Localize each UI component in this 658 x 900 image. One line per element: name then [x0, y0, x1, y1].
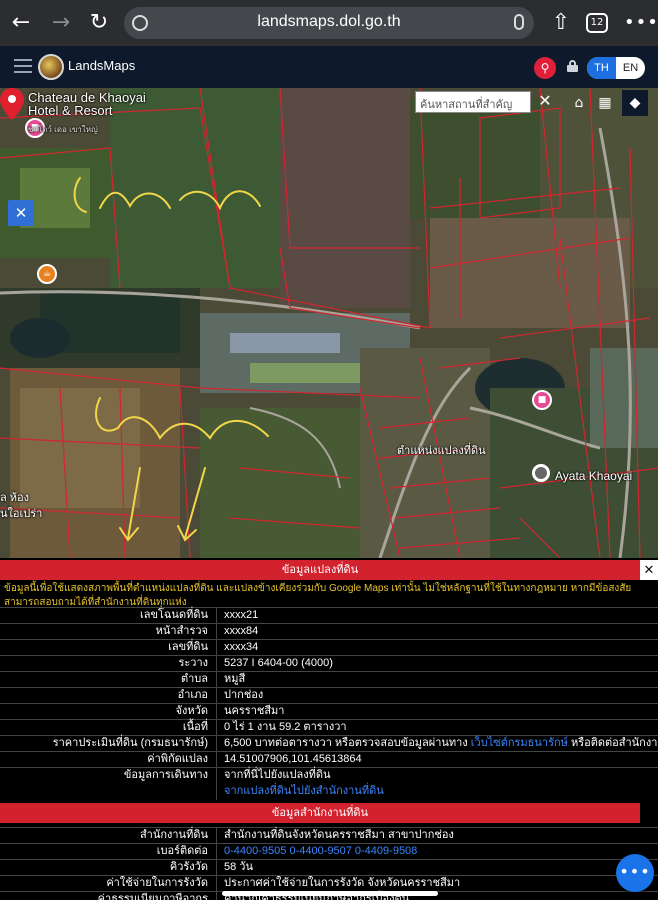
disclaimer-notice: ข้อมูลนี้เพื่อใช้แสดงสภาพพื้นที่ตำแหน่งแ… — [4, 583, 632, 608]
table-row: ข้อมูลการเดินทาง จากที่นี่ไปยังแปลงที่ดิ… — [0, 767, 658, 800]
table-row: อำเภอ ปากช่อง — [0, 687, 658, 704]
row-label: เลขที่ดิน — [168, 641, 208, 653]
microphone-icon[interactable] — [514, 14, 524, 30]
map-label-hotel-thai: ชาโตว์ เดอ เขาใหญ่ — [28, 125, 98, 134]
table-row: เนื้อที่ 0 ไร่ 1 งาน 59.2 ตารางวา — [0, 719, 658, 736]
directions-to-office-link[interactable]: จากแปลงที่ดินไปยังสำนักงานที่ดิน — [224, 784, 384, 799]
satellite-map[interactable]: ค้นหาสถานที่สำคัญ ✕ ⌂ ▦ ◆ ✕ ■ Chateau de… — [0, 88, 658, 558]
more-options-button[interactable]: ••• — [616, 854, 654, 892]
map-label-room: ล ห้อง — [0, 492, 30, 504]
reload-icon[interactable]: ↻ — [86, 10, 112, 36]
map-label-hotel: Chateau de Khaoyai Hotel & Resort — [28, 90, 146, 118]
row-value: 5237 I 6404-00 (4000) — [224, 657, 333, 669]
app-title: LandsMaps — [68, 58, 136, 73]
row-label: ค่าธรรมเนียมภาษีอากร — [97, 893, 208, 900]
coordinates-link[interactable]: 14.51007906,101.45613864 — [224, 752, 362, 767]
survey-cost-link[interactable]: ประกาศค่าใช้จ่ายในการรังวัด จังหวัดนครรา… — [224, 876, 460, 891]
more-menu-icon[interactable]: ••• — [624, 10, 658, 36]
row-label: ราคาประเมินที่ดิน (กรมธนารักษ์) — [52, 737, 208, 749]
row-label: ตำบล — [180, 673, 208, 685]
lock-icon[interactable] — [567, 60, 578, 72]
cafe-pin-icon[interactable]: ☕ — [37, 264, 57, 284]
row-value: นครราชสีมา — [224, 705, 285, 717]
table-row: เลขที่ดิน xxxx34 — [0, 639, 658, 656]
table-row: คิวรังวัด 58 วัน — [0, 859, 658, 876]
table-row: สำนักงานที่ดิน สำนักงานที่ดินจังหวัดนครรา… — [0, 827, 658, 844]
phone-numbers: 0-4400-9505 0-4400-9507 0-4409-9508 — [224, 844, 417, 859]
row-value: 58 วัน — [224, 861, 253, 873]
table-row: เบอร์ติดต่อ 0-4400-9505 0-4400-9507 0-44… — [0, 843, 658, 860]
directions-to-parcel-link[interactable]: จากที่นี่ไปยังแปลงที่ดิน — [224, 768, 330, 783]
table-row: เลขโฉนดที่ดิน xxxx21 — [0, 607, 658, 624]
row-value: 6,500 บาทต่อตารางวา หรือตรวจสอบข้อมูลผ่า… — [224, 736, 658, 751]
table-row: ค่าพิกัดแปลง 14.51007906,101.45613864 — [0, 751, 658, 768]
hotel-pin-icon[interactable]: ■ — [532, 390, 552, 410]
row-label: หน้าสำรวจ — [155, 625, 208, 637]
back-arrow-icon[interactable]: ← — [8, 10, 34, 36]
department-seal-logo — [38, 54, 64, 80]
close-icon[interactable]: ✕ — [534, 91, 556, 113]
row-value: สำนักงานที่ดินจังหวัดนครราชสีมา สาขาปากช… — [224, 829, 454, 841]
map-label-parcel: ตำแหน่งแปลงที่ดิน — [397, 445, 486, 457]
row-value: xxxx84 — [224, 625, 259, 637]
parcel-location-pin-icon[interactable] — [0, 88, 24, 120]
table-row: ตำบล หมูสี — [0, 671, 658, 688]
parcel-table: เลขโฉนดที่ดิน xxxx21 หน้าสำรวจ xxxx84 เลขท… — [0, 607, 658, 900]
row-value: 0 ไร่ 1 งาน 59.2 ตารางวา — [224, 721, 347, 733]
language-toggle[interactable]: TH EN — [587, 57, 645, 79]
row-label: ค่าใช้จ่ายในการรังวัด — [106, 877, 208, 889]
phone-link[interactable]: 0-4400-9507 — [289, 845, 351, 857]
map-label-ayata: Ayata Khaoyai — [555, 469, 633, 483]
home-indicator — [222, 891, 438, 896]
row-value: xxxx34 — [224, 641, 259, 653]
row-value: ปากช่อง — [224, 689, 264, 701]
row-value: หมูสี — [224, 673, 246, 685]
layers-icon[interactable]: ◆ — [622, 90, 648, 116]
close-icon[interactable]: ✕ — [640, 560, 658, 580]
row-label: คิวรังวัด — [169, 861, 208, 873]
row-label: เบอร์ติดต่อ — [156, 845, 208, 857]
row-label: เลขโฉนดที่ดิน — [140, 609, 208, 621]
row-label: สำนักงานที่ดิน — [139, 829, 208, 841]
price-text-after: หรือติดต่อสำนักงานที่ดิน — [570, 737, 658, 749]
measure-tools-icon[interactable]: ✕ — [8, 200, 34, 226]
tab-count-button[interactable]: 12 — [586, 13, 608, 33]
home-icon[interactable]: ⌂ — [566, 90, 592, 116]
table-row: ระวาง 5237 I 6404-00 (4000) — [0, 655, 658, 672]
url-text[interactable]: landsmaps.dol.go.th — [124, 13, 534, 31]
search-icon[interactable]: ⚲ — [534, 57, 556, 79]
place-pin-icon[interactable] — [532, 464, 550, 482]
info-panel: ข้อมูลแปลงที่ดิน ✕ ข้อมูลนี้เพื่อใช้แสดง… — [0, 558, 658, 900]
row-label: ระวาง — [178, 657, 208, 669]
lang-th-option[interactable]: TH — [587, 57, 616, 79]
lang-en-option[interactable]: EN — [616, 57, 645, 79]
share-icon[interactable]: ⇧ — [548, 10, 574, 36]
table-row: ค่าใช้จ่ายในการรังวัด ประกาศค่าใช้จ่ายในก… — [0, 875, 658, 892]
address-bar[interactable]: landsmaps.dol.go.th — [124, 7, 534, 39]
price-text: 6,500 บาทต่อตารางวา หรือตรวจสอบข้อมูลผ่า… — [224, 737, 471, 749]
row-label: อำเภอ — [177, 689, 208, 701]
map-search-input[interactable]: ค้นหาสถานที่สำคัญ — [415, 91, 531, 113]
row-label: เนื้อที่ — [182, 721, 208, 733]
treasury-website-link[interactable]: เว็บไซต์กรมธนารักษ์ — [471, 737, 568, 749]
table-row: หน้าสำรวจ xxxx84 — [0, 623, 658, 640]
grid-icon[interactable]: ▦ — [592, 90, 618, 116]
map-label-room2: นใอเปร่า — [0, 508, 43, 520]
table-row: จังหวัด นครราชสีมา — [0, 703, 658, 720]
menu-icon[interactable] — [14, 59, 32, 73]
parcel-section-title: ข้อมูลแปลงที่ดิน — [0, 560, 640, 580]
phone-link[interactable]: 0-4400-9505 — [224, 845, 286, 857]
app-header: LandsMaps ⚲ TH EN — [0, 46, 658, 88]
phone-link[interactable]: 0-4409-9508 — [355, 845, 417, 857]
row-label: ข้อมูลการเดินทาง — [123, 769, 208, 781]
row-label: ค่าพิกัดแปลง — [147, 753, 208, 765]
row-label: จังหวัด — [175, 705, 208, 717]
map-imagery — [0, 88, 658, 558]
office-section-title: ข้อมูลสำนักงานที่ดิน — [0, 803, 640, 823]
browser-toolbar: ← → ↻ landsmaps.dol.go.th ⇧ 12 ••• — [0, 0, 658, 46]
forward-arrow-icon[interactable]: → — [48, 10, 74, 36]
row-value: xxxx21 — [224, 609, 259, 621]
table-row: ราคาประเมินที่ดิน (กรมธนารักษ์) 6,500 บา… — [0, 735, 658, 752]
